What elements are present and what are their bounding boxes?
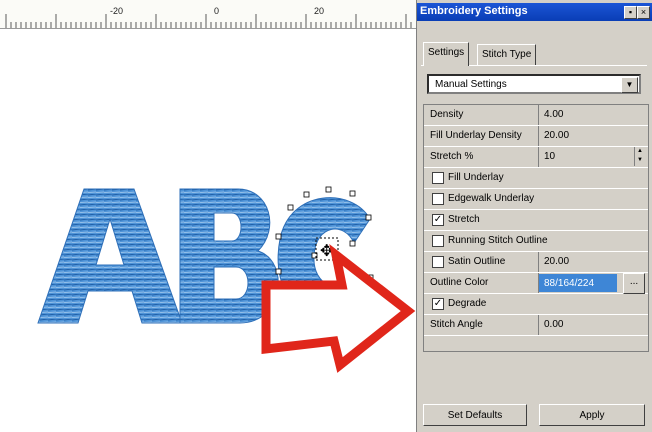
property-label: Stitch Angle [430,319,483,330]
embroidery-design[interactable]: ✥ [0,29,416,432]
tab-settings[interactable]: Settings [423,42,470,66]
chevron-down-icon[interactable]: ▼ [621,77,638,93]
dropdown-value: Manual Settings [435,79,507,90]
ruler-label-0: 0 [214,6,220,16]
property-label: Density [430,109,464,120]
property-value-cell[interactable]: 4.00 [538,105,645,125]
property-row-edgewalk-underlay[interactable]: Edgewalk Underlay [424,189,648,210]
ruler-label-20: 20 [314,6,325,16]
degrade-checkbox[interactable]: ✓ [432,298,444,310]
property-label: Running Stitch Outline [448,235,548,246]
property-row-outline-color[interactable]: Outline Color 88/164/224 ... [424,273,648,294]
apply-button[interactable]: Apply [539,404,645,426]
property-value-cell[interactable]: 88/164/224 ... [538,273,645,294]
property-label: Degrade [448,298,487,309]
property-grid: Density 4.00 Fill Underlay Density 20.00… [423,104,649,352]
property-value-cell[interactable]: 0.00 [538,315,645,335]
fill-underlay-checkbox[interactable] [432,172,444,184]
ruler-label-minus20: -20 [110,6,124,16]
property-row-running-stitch-outline[interactable]: Running Stitch Outline [424,231,648,252]
running-stitch-outline-checkbox[interactable] [432,235,444,247]
satin-outline-value[interactable]: 20.00 [544,256,569,267]
close-button[interactable]: × [637,6,650,19]
stretch-percent-value[interactable]: 10 [544,151,555,162]
property-value-cell[interactable]: 20.00 [538,252,645,272]
fill-underlay-density-value[interactable]: 20.00 [544,130,569,141]
property-label: Stretch % [430,151,474,162]
property-label: Satin Outline [448,256,506,267]
property-row-stitch-angle[interactable]: Stitch Angle 0.00 [424,315,648,336]
stitch-angle-value[interactable]: 0.00 [544,319,563,330]
tab-stitch-type[interactable]: Stitch Type [477,44,537,65]
spinner-icon[interactable]: ▲ ▼ [634,147,645,166]
property-label: Stretch [448,214,480,225]
outline-color-value: 88/164/224 [544,278,595,289]
property-row-density[interactable]: Density 4.00 [424,105,648,126]
panel-titlebar[interactable]: Embroidery Settings ▪ × [417,3,652,21]
set-defaults-button[interactable]: Set Defaults [423,404,527,426]
color-picker-button[interactable]: ... [623,273,645,294]
density-value[interactable]: 4.00 [544,109,563,120]
satin-outline-checkbox[interactable] [432,256,444,268]
property-label: Outline Color [430,277,489,288]
property-row-stretch[interactable]: ✓ Stretch [424,210,648,231]
design-canvas[interactable]: ✥ [0,29,416,432]
letter-a [37,188,183,324]
ruler-ticks [5,14,412,28]
embroidery-settings-panel: Embroidery Settings ▪ × Settings Stitch … [416,0,652,432]
stretch-checkbox[interactable]: ✓ [432,214,444,226]
property-label: Fill Underlay [448,172,504,183]
settings-mode-dropdown[interactable]: Manual Settings ▼ [427,74,641,94]
property-row-stretch-percent[interactable]: Stretch % 10 ▲ ▼ [424,147,648,168]
outline-color-swatch[interactable]: 88/164/224 [539,274,617,292]
property-value-cell[interactable]: 20.00 [538,126,645,146]
panel-title: Embroidery Settings [420,5,528,17]
property-row-satin-outline[interactable]: Satin Outline 20.00 [424,252,648,273]
property-label: Edgewalk Underlay [448,193,535,204]
property-row-fill-underlay-density[interactable]: Fill Underlay Density 20.00 [424,126,648,147]
pin-button[interactable]: ▪ [624,6,637,19]
property-row-fill-underlay[interactable]: Fill Underlay [424,168,648,189]
app-root: -20 0 20 ✥ Embroidery Settings ▪ × Setti… [0,0,652,432]
property-label: Fill Underlay Density [430,130,522,141]
property-value-cell[interactable]: 10 ▲ ▼ [538,147,645,167]
property-row-degrade[interactable]: ✓ Degrade [424,294,648,315]
edgewalk-underlay-checkbox[interactable] [432,193,444,205]
horizontal-ruler: -20 0 20 [0,0,416,29]
